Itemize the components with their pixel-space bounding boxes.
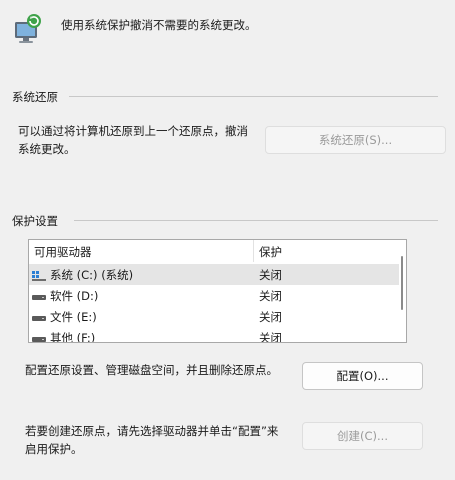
- drive-icon: [32, 291, 46, 305]
- drive-protection-status: 关闭: [259, 268, 282, 282]
- create-description-line1: 若要创建还原点，请先选择驱动器并单击“配置”来: [25, 424, 279, 438]
- drive-row-d[interactable]: 软件 (D:) 关闭: [29, 285, 403, 306]
- scrollbar-thumb[interactable]: [401, 256, 403, 310]
- drive-icon: [32, 312, 46, 326]
- create-description: 若要创建还原点，请先选择驱动器并单击“配置”来 启用保护。: [25, 422, 278, 458]
- drive-list-header: 可用驱动器 保护: [29, 240, 403, 262]
- restore-description-line2: 系统更改。: [18, 142, 76, 156]
- drive-list-scrollbar[interactable]: [399, 240, 406, 342]
- protection-section-divider: [74, 220, 438, 221]
- drive-row-f[interactable]: 其他 (F:) 关闭: [29, 327, 403, 343]
- drive-name: 系统 (C:) (系统): [50, 268, 134, 282]
- restore-description-line1: 可以通过将计算机还原到上一个还原点，撤消: [18, 124, 248, 138]
- drive-protection-status: 关闭: [259, 310, 282, 324]
- restore-section-title: 系统还原: [12, 90, 58, 104]
- drive-name: 软件 (D:): [50, 289, 99, 303]
- drive-name: 其他 (F:): [50, 331, 96, 343]
- windows-drive-icon: [32, 270, 46, 284]
- drive-protection-status: 关闭: [259, 289, 282, 303]
- drive-icon: [32, 333, 46, 342]
- drive-protection-status: 关闭: [259, 331, 282, 343]
- drive-row-c[interactable]: 系统 (C:) (系统) 关闭: [29, 264, 403, 285]
- configure-description: 配置还原设置、管理磁盘空间，并且删除还原点。: [25, 363, 278, 377]
- protection-section-title: 保护设置: [12, 214, 58, 228]
- restore-section-divider: [69, 96, 438, 97]
- column-separator[interactable]: [253, 240, 254, 262]
- create-button[interactable]: 创建(C)...: [302, 422, 423, 450]
- drive-row-e[interactable]: 文件 (E:) 关闭: [29, 306, 403, 327]
- restore-description: 可以通过将计算机还原到上一个还原点，撤消 系统更改。: [18, 122, 248, 158]
- column-protection[interactable]: 保护: [259, 244, 282, 260]
- column-available-drives[interactable]: 可用驱动器: [34, 244, 92, 260]
- header-description: 使用系统保护撤消不需要的系统更改。: [61, 18, 257, 32]
- system-protection-icon: [12, 12, 44, 46]
- create-description-line2: 启用保护。: [25, 442, 83, 456]
- configure-button[interactable]: 配置(O)...: [302, 362, 423, 390]
- drive-list[interactable]: 可用驱动器 保护 系统 (C:) (系统) 关闭 软件 (D:) 关闭 文件 (…: [28, 239, 407, 343]
- drive-name: 文件 (E:): [50, 310, 97, 324]
- system-restore-button[interactable]: 系统还原(S)...: [265, 126, 446, 154]
